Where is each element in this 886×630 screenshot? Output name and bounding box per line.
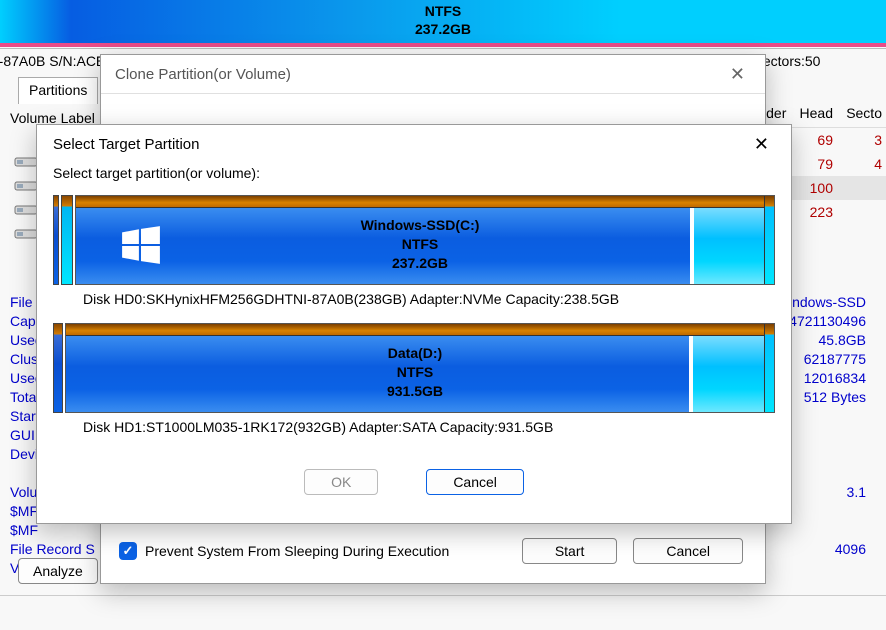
partition-name: Data(D:): [66, 344, 764, 363]
select-dialog-subtitle: Select target partition(or volume):: [37, 161, 791, 185]
detail-value: 45.8GB: [819, 331, 866, 350]
disk-icon: [14, 154, 38, 168]
select-dialog-title: Select Target Partition: [53, 136, 199, 153]
tab-partitions[interactable]: Partitions: [18, 77, 98, 104]
prevent-sleep-label: Prevent System From Sleeping During Exec…: [145, 543, 449, 559]
prevent-sleep-checkbox[interactable]: [119, 542, 137, 560]
ok-button[interactable]: OK: [304, 469, 378, 495]
divider: [0, 595, 886, 596]
detail-label: Volu: [10, 484, 37, 500]
windows-logo-icon: [120, 224, 162, 266]
disk-icon: [14, 202, 38, 216]
detail-value: 4096: [835, 540, 866, 559]
top-band-size: 237.2GB: [0, 20, 886, 38]
disk-icon: [14, 226, 38, 240]
detail-value: 512 Bytes: [804, 388, 866, 407]
partition-size: 237.2GB: [76, 254, 764, 273]
start-button[interactable]: Start: [522, 538, 618, 564]
partition-disk-desc: Disk HD0:SKHynixHFM256GDHTNI-87A0B(238GB…: [83, 291, 775, 307]
detail-label: File Record S: [10, 541, 95, 557]
close-icon[interactable]: ✕: [748, 135, 775, 153]
col-head[interactable]: Head: [795, 99, 841, 127]
detail-value: 3.1: [847, 483, 866, 502]
cancel-button[interactable]: Cancel: [633, 538, 743, 564]
partition-disk-desc: Disk HD1:ST1000LM035-1RK172(932GB) Adapt…: [83, 419, 775, 435]
clone-dialog-title: Clone Partition(or Volume): [115, 66, 291, 83]
detail-label: Tota: [10, 389, 36, 405]
detail-value: 62187775: [804, 350, 866, 369]
disk-icon-column: [14, 149, 38, 245]
top-partition-band: NTFS 237.2GB: [0, 0, 886, 43]
detail-label: $MF: [10, 522, 38, 538]
detail-label: Devi: [10, 446, 38, 462]
detail-value: 12016834: [804, 369, 866, 388]
top-band-fs: NTFS: [0, 2, 886, 20]
analyze-button[interactable]: Analyze: [18, 558, 98, 584]
cancel-button[interactable]: Cancel: [426, 469, 524, 495]
close-icon[interactable]: ✕: [724, 65, 751, 83]
col-sector[interactable]: Secto: [841, 99, 886, 127]
partition-name: Windows-SSD(C:): [76, 216, 764, 235]
partition-size: 931.5GB: [66, 382, 764, 401]
detail-value: 4721130496: [789, 312, 866, 331]
select-target-dialog: Select Target Partition ✕ Select target …: [36, 124, 792, 524]
divider-pink: [0, 43, 886, 47]
target-partition-option[interactable]: Data(D:)NTFS931.5GB: [53, 323, 775, 413]
detail-value: indows-SSD: [789, 293, 866, 312]
target-partition-option[interactable]: Windows-SSD(C:)NTFS237.2GB: [53, 195, 775, 285]
disk-icon: [14, 178, 38, 192]
partition-fs: NTFS: [76, 235, 764, 254]
detail-label: $MF: [10, 503, 38, 519]
partition-fs: NTFS: [66, 363, 764, 382]
